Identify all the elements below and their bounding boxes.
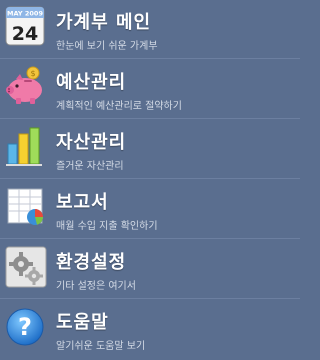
menu-item-household-main[interactable]: MAY 2009 24 가계부 메인 한눈에 보기 쉬운 가계부 bbox=[0, 0, 300, 60]
menu-item-title: 환경설정 bbox=[56, 252, 127, 273]
bar-chart-icon bbox=[4, 124, 48, 168]
divider bbox=[0, 238, 300, 239]
menu-item-subtitle: 즐거운 자산관리 bbox=[56, 161, 124, 172]
divider bbox=[0, 118, 300, 119]
divider bbox=[0, 58, 300, 59]
menu-item-title: 자산관리 bbox=[56, 132, 127, 153]
main-menu: MAY 2009 24 가계부 메인 한눈에 보기 쉬운 가계부 $ 예산관리 … bbox=[0, 0, 300, 360]
menu-item-subtitle: 매월 수입 지출 확인하기 bbox=[56, 221, 158, 232]
menu-item-title: 예산관리 bbox=[56, 72, 127, 93]
menu-item-subtitle: 기타 설정은 여기서 bbox=[56, 281, 136, 292]
piggy-bank-icon: $ bbox=[4, 64, 48, 108]
menu-item-budget[interactable]: $ 예산관리 계획적인 예산관리로 절약하기 bbox=[0, 60, 300, 120]
menu-item-title: 가계부 메인 bbox=[56, 12, 152, 33]
calendar-day-label: 24 bbox=[12, 23, 38, 45]
svg-text:$: $ bbox=[30, 69, 35, 78]
svg-text:?: ? bbox=[18, 313, 32, 341]
menu-item-title: 도움말 bbox=[56, 312, 109, 333]
gears-icon bbox=[4, 245, 48, 289]
calendar-month-label: MAY 2009 bbox=[7, 10, 43, 18]
calendar-icon: MAY 2009 24 bbox=[4, 4, 48, 48]
menu-item-title: 보고서 bbox=[56, 192, 109, 213]
menu-item-help[interactable]: ? 도움말 알기쉬운 도움말 보기 bbox=[0, 300, 300, 360]
menu-item-subtitle: 알기쉬운 도움말 보기 bbox=[56, 341, 146, 352]
menu-item-report[interactable]: 보고서 매월 수입 지출 확인하기 bbox=[0, 180, 300, 240]
menu-item-subtitle: 계획적인 예산관리로 절약하기 bbox=[56, 101, 182, 112]
help-icon: ? bbox=[4, 306, 48, 350]
divider bbox=[0, 298, 300, 299]
menu-item-settings[interactable]: 환경설정 기타 설정은 여기서 bbox=[0, 240, 300, 300]
divider bbox=[0, 178, 300, 179]
menu-item-subtitle: 한눈에 보기 쉬운 가계부 bbox=[56, 41, 158, 52]
menu-item-assets[interactable]: 자산관리 즐거운 자산관리 bbox=[0, 120, 300, 180]
report-icon bbox=[4, 185, 48, 229]
